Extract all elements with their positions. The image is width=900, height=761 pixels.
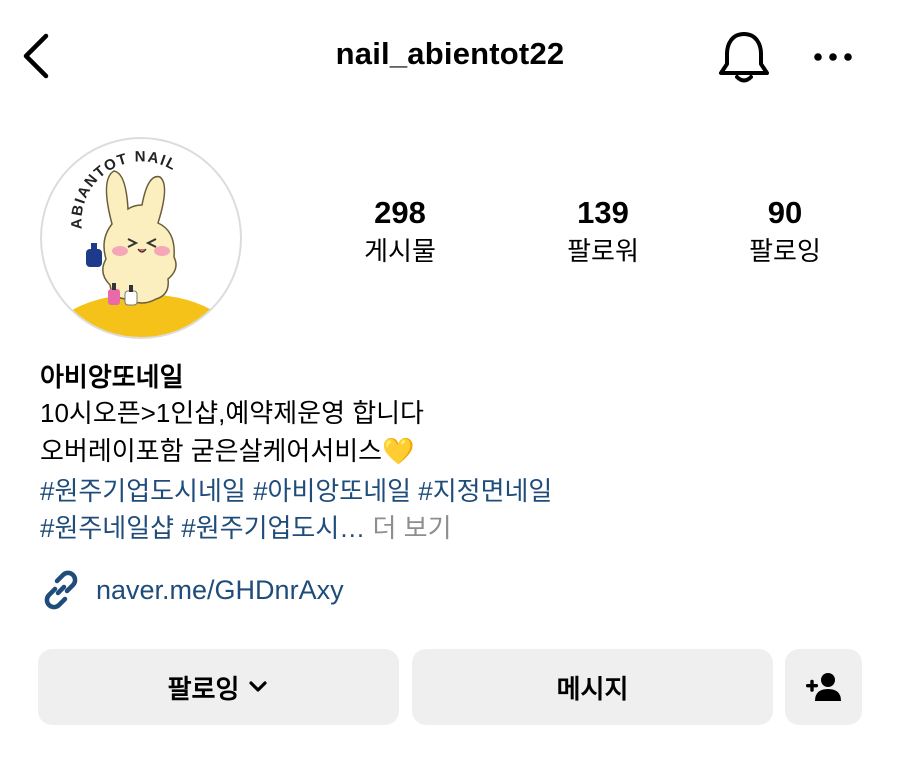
bio-line-1: 10시오픈>1인샵,예약제운영 합니다 <box>40 398 424 428</box>
posts-count-label: 게시물 <box>364 236 436 266</box>
hashtag-link[interactable]: #원주기업도시네일 <box>40 476 246 506</box>
hashtag-link[interactable]: #원주네일샵 <box>40 513 174 543</box>
message-button-label: 메시지 <box>556 673 629 704</box>
more-horizontal-icon <box>814 53 852 61</box>
yellow-heart-icon: 💛 <box>382 436 415 466</box>
following-count-label: 팔로잉 <box>749 236 821 266</box>
chevron-down-icon <box>247 679 269 695</box>
profile-display-name: 아비앙또네일 <box>40 362 184 392</box>
bio-line-2-text: 오버레이포함 굳은살케어서비스 <box>40 436 383 466</box>
profile-avatar[interactable]: ABIANTOT NAIL <box>40 137 242 339</box>
followers-count-value: 139 <box>577 195 629 230</box>
website-link-text: naver.me/GHDnrAxy <box>96 574 344 605</box>
bio-hashtags-line-2: #원주네일샵 #원주기업도시… 더 보기 <box>40 511 452 545</box>
following-count[interactable]: 90 팔로잉 <box>700 195 870 269</box>
more-options-button[interactable] <box>808 40 858 74</box>
followers-count[interactable]: 139 팔로워 <box>518 195 688 269</box>
notifications-button[interactable] <box>716 28 772 86</box>
add-user-button[interactable] <box>785 649 862 725</box>
bio-hashtags-line-1: #원주기업도시네일 #아비앙또네일 #지정면네일 <box>40 474 552 508</box>
bio-more-link[interactable]: 더 보기 <box>373 513 452 543</box>
profile-website-link[interactable]: naver.me/GHDnrAxy <box>40 570 344 610</box>
message-button[interactable]: 메시지 <box>412 649 773 725</box>
hashtag-link[interactable]: #아비앙또네일 <box>253 476 411 506</box>
bio-line-2: 오버레이포함 굳은살케어서비스💛 <box>40 434 414 468</box>
nail-shop-logo: ABIANTOT NAIL <box>47 148 237 337</box>
following-button[interactable]: 팔로잉 <box>38 649 399 725</box>
followers-count-label: 팔로워 <box>567 236 639 266</box>
add-person-icon <box>805 673 841 701</box>
posts-count-value: 298 <box>374 195 426 230</box>
hashtag-link[interactable]: #원주기업도시… <box>181 513 365 543</box>
link-icon <box>44 570 78 610</box>
bell-icon <box>719 32 769 83</box>
following-count-value: 90 <box>767 195 803 230</box>
following-button-label: 팔로잉 <box>167 673 240 704</box>
hashtag-link[interactable]: #지정면네일 <box>418 476 552 506</box>
posts-count[interactable]: 298 게시물 <box>315 195 485 269</box>
